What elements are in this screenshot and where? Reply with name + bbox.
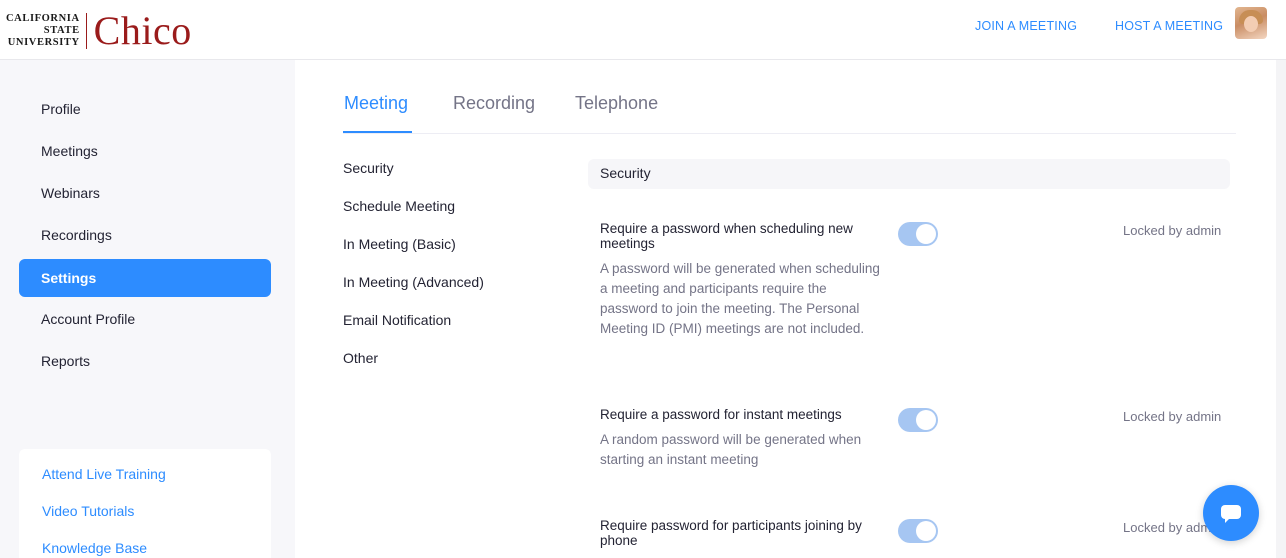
subnav-in-meeting-advanced[interactable]: In Meeting (Advanced) (343, 274, 484, 290)
video-tutorials-link[interactable]: Video Tutorials (42, 503, 134, 519)
subnav-security[interactable]: Security (343, 160, 394, 176)
host-meeting-link[interactable]: HOST A MEETING (1115, 19, 1223, 33)
subnav-schedule-meeting[interactable]: Schedule Meeting (343, 198, 455, 214)
chat-support-button[interactable] (1203, 485, 1259, 541)
setting-desc-instant-password: A random password will be generated when… (600, 432, 862, 467)
toggle-knob (916, 521, 936, 541)
knowledge-base-link[interactable]: Knowledge Base (42, 540, 147, 556)
toggle-phone-password[interactable] (898, 519, 938, 543)
attend-live-training-link[interactable]: Attend Live Training (42, 466, 166, 482)
sidebar-item-recordings[interactable]: Recordings (19, 216, 271, 254)
section-header-security: Security (588, 159, 1230, 189)
logo-subtitle: CALIFORNIA STATE UNIVERSITY (6, 13, 80, 49)
sidebar-item-reports[interactable]: Reports (19, 342, 271, 380)
logo-wordmark: Chico (93, 8, 192, 53)
locked-by-admin-label: Locked by admin (1123, 409, 1222, 424)
sidebar-item-account-profile[interactable]: Account Profile (19, 300, 271, 338)
logo-line-state: STATE (43, 25, 80, 36)
logo-divider (85, 13, 87, 49)
sidebar-item-webinars[interactable]: Webinars (19, 174, 271, 212)
help-links-panel: Attend Live Training Video Tutorials Kno… (19, 449, 271, 558)
sidebar: Profile Meetings Webinars Recordings Set… (0, 60, 295, 558)
locked-by-admin-label: Locked by admin (1123, 223, 1222, 238)
tab-recording[interactable]: Recording (453, 93, 535, 114)
sidebar-item-settings[interactable]: Settings (19, 259, 271, 297)
join-meeting-link[interactable]: JOIN A MEETING (975, 19, 1077, 33)
toggle-schedule-password[interactable] (898, 222, 938, 246)
setting-title-phone-password: Require password for participants joinin… (600, 518, 862, 548)
avatar-face (1244, 16, 1258, 32)
user-avatar-icon[interactable] (1235, 7, 1267, 39)
top-header: CALIFORNIA STATE UNIVERSITY Chico JOIN A… (0, 0, 1286, 60)
setting-desc-schedule-password: A password will be generated when schedu… (600, 261, 880, 336)
tab-divider (343, 133, 1236, 134)
tab-meeting[interactable]: Meeting (344, 93, 408, 114)
chat-bubble-tail (1225, 517, 1231, 523)
active-tab-indicator (343, 131, 412, 133)
scrollbar-track[interactable] (1276, 60, 1286, 558)
sidebar-item-profile[interactable]: Profile (19, 90, 271, 128)
logo-line-university: UNIVERSITY (7, 37, 80, 48)
toggle-knob (916, 410, 936, 430)
subnav-email-notification[interactable]: Email Notification (343, 312, 451, 328)
subnav-other[interactable]: Other (343, 350, 378, 366)
toggle-instant-password[interactable] (898, 408, 938, 432)
setting-title-schedule-password: Require a password when scheduling new m… (600, 221, 853, 251)
toggle-knob (916, 224, 936, 244)
logo-line-california: CALIFORNIA (6, 13, 80, 24)
university-logo[interactable]: CALIFORNIA STATE UNIVERSITY Chico (6, 8, 192, 53)
subnav-in-meeting-basic[interactable]: In Meeting (Basic) (343, 236, 456, 252)
setting-title-instant-password: Require a password for instant meetings (600, 407, 842, 422)
tab-telephone[interactable]: Telephone (575, 93, 658, 114)
sidebar-item-meetings[interactable]: Meetings (19, 132, 271, 170)
chat-bubble-icon (1221, 505, 1241, 519)
